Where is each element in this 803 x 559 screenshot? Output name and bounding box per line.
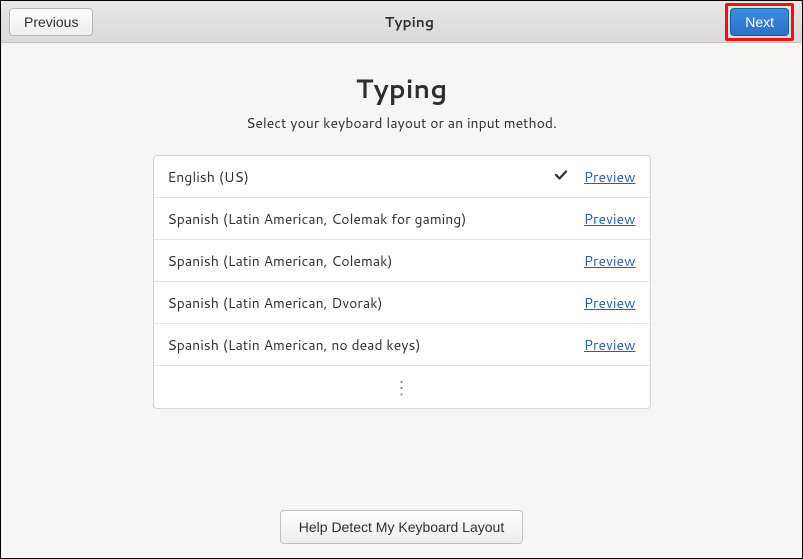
- help-detect-button[interactable]: Help Detect My Keyboard Layout: [280, 510, 523, 544]
- preview-link[interactable]: Preview: [584, 167, 636, 187]
- next-button[interactable]: Next: [730, 8, 789, 36]
- layout-row[interactable]: Spanish (Latin American, Dvorak) Preview: [154, 282, 650, 324]
- preview-link[interactable]: Preview: [584, 209, 636, 229]
- header-bar: Previous Typing Next: [1, 1, 802, 43]
- check-icon: [554, 167, 572, 187]
- preview-link[interactable]: Preview: [584, 335, 636, 355]
- layout-row[interactable]: Spanish (Latin American, Colemak for gam…: [154, 198, 650, 240]
- previous-button[interactable]: Previous: [9, 8, 93, 36]
- layout-label: English (US): [168, 167, 554, 187]
- page-subtitle: Select your keyboard layout or an input …: [246, 113, 557, 133]
- page-title: Typing: [356, 71, 448, 107]
- layout-row[interactable]: Spanish (Latin American, Colemak) Previe…: [154, 240, 650, 282]
- layout-label: Spanish (Latin American, Colemak): [168, 251, 554, 271]
- keyboard-layout-list: English (US) Preview Spanish (Latin Amer…: [153, 155, 651, 409]
- content-area: Typing Select your keyboard layout or an…: [1, 43, 802, 558]
- layout-label: Spanish (Latin American, no dead keys): [168, 335, 554, 355]
- layout-label: Spanish (Latin American, Dvorak): [168, 293, 554, 313]
- layout-row[interactable]: Spanish (Latin American, no dead keys) P…: [154, 324, 650, 366]
- more-layouts-button[interactable]: ⋮: [154, 366, 650, 408]
- detect-button-area: Help Detect My Keyboard Layout: [280, 510, 523, 544]
- layout-label: Spanish (Latin American, Colemak for gam…: [168, 209, 554, 229]
- header-title: Typing: [385, 12, 434, 32]
- more-vertical-icon: ⋮: [393, 378, 411, 396]
- preview-link[interactable]: Preview: [584, 293, 636, 313]
- preview-link[interactable]: Preview: [584, 251, 636, 271]
- layout-row[interactable]: English (US) Preview: [154, 156, 650, 198]
- next-button-highlight: Next: [725, 3, 794, 41]
